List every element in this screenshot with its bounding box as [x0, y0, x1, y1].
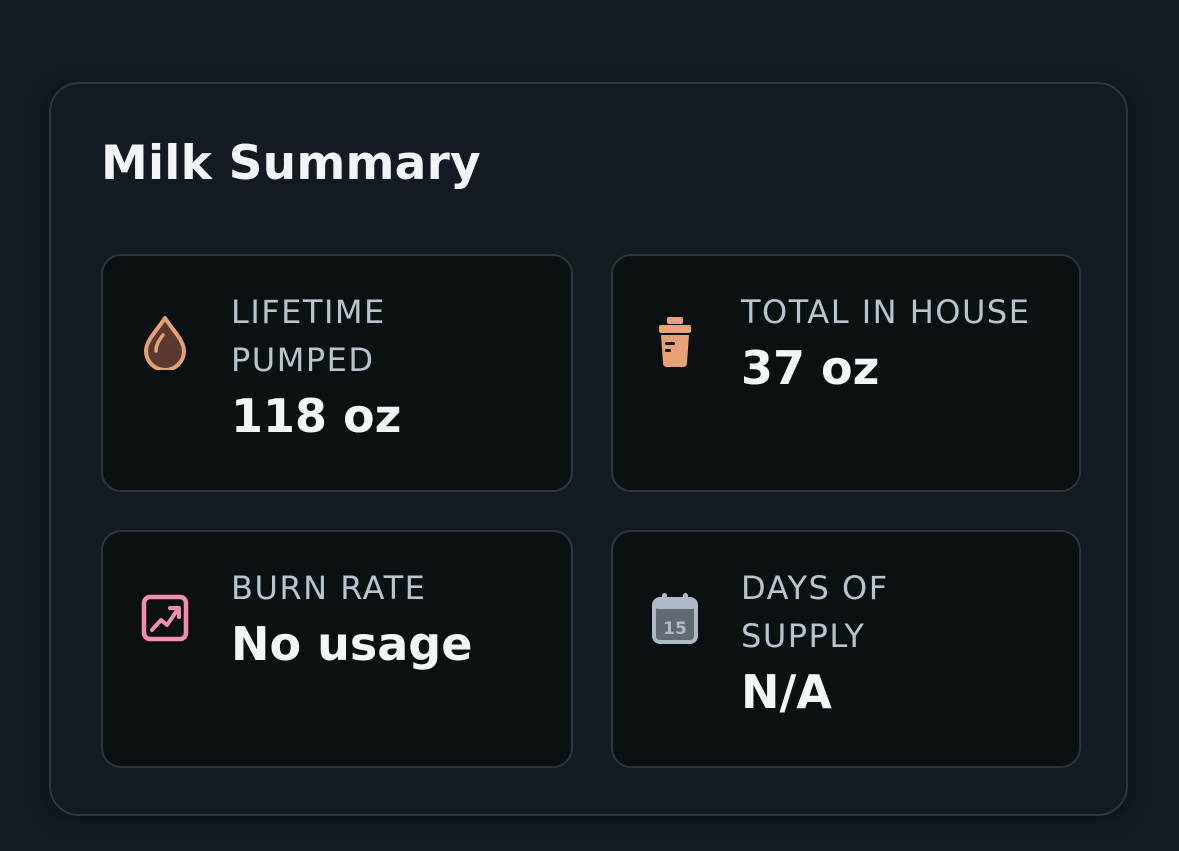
- milk-summary-panel: Milk Summary LIFETIME PUMPED 118 oz TOTA…: [49, 82, 1128, 816]
- trend-chart-icon: [139, 588, 191, 648]
- stat-value: 37 oz: [741, 341, 880, 395]
- stat-value: No usage: [231, 617, 473, 671]
- calendar-icon: 15: [649, 588, 701, 648]
- panel-title: Milk Summary: [101, 136, 481, 191]
- stat-label: BURN RATE: [231, 569, 427, 607]
- stat-card-burn-rate: BURN RATE No usage: [101, 530, 573, 768]
- stat-card-days-of-supply: 15 DAYS OF SUPPLY N/A: [611, 530, 1081, 768]
- stat-label: DAYS OF SUPPLY: [741, 569, 889, 655]
- calendar-icon-text: 15: [663, 619, 687, 639]
- milk-jar-icon: [649, 312, 701, 372]
- drop-icon: [139, 312, 191, 372]
- stat-value: 118 oz: [231, 389, 402, 443]
- stat-label: LIFETIME PUMPED: [231, 293, 386, 379]
- stat-card-lifetime-pumped: LIFETIME PUMPED 118 oz: [101, 254, 573, 492]
- stat-value: N/A: [741, 665, 832, 719]
- stat-card-total-in-house: TOTAL IN HOUSE 37 oz: [611, 254, 1081, 492]
- stat-label: TOTAL IN HOUSE: [741, 293, 1031, 331]
